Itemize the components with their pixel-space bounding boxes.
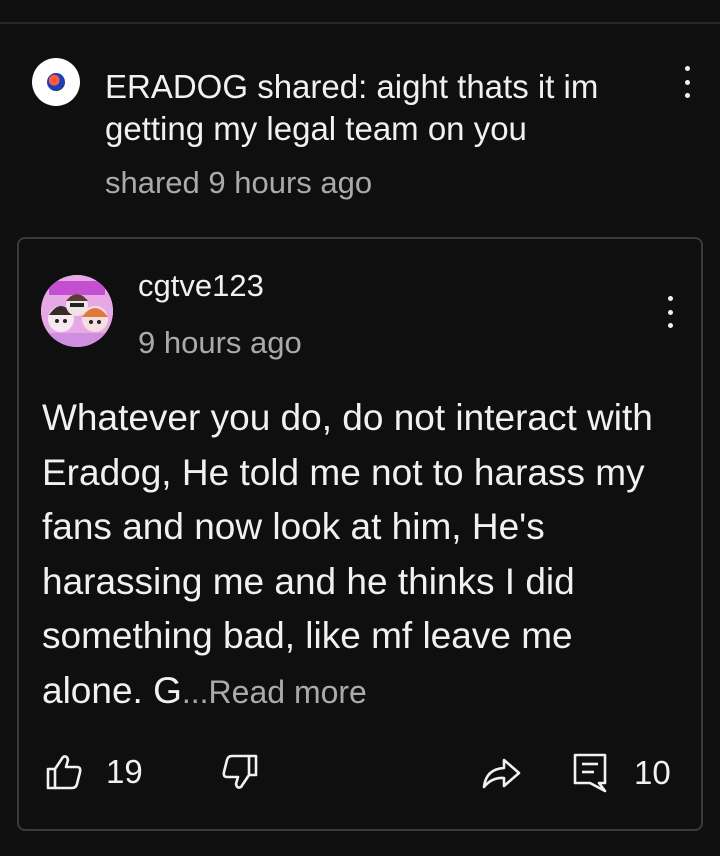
share-text: ERADOG shared: aight thats it im getting… (105, 68, 599, 147)
post-timestamp: 9 hours ago (138, 325, 302, 360)
share-header: ERADOG shared: aight thats it im getting… (0, 52, 720, 212)
poster-avatar[interactable] (41, 275, 113, 347)
read-more-link[interactable]: Read more (209, 674, 367, 710)
share-more-icon[interactable] (677, 62, 697, 102)
post-text: Whatever you do, do not interact with Er… (42, 397, 653, 711)
comment-count: 10 (634, 754, 671, 791)
post-ellipsis: ... (181, 673, 209, 710)
top-divider (0, 22, 720, 24)
share-timestamp: shared 9 hours ago (105, 165, 373, 200)
dislike-button[interactable] (220, 752, 260, 792)
like-count: 19 (106, 753, 143, 790)
like-button[interactable]: 19 (44, 752, 143, 792)
thumb-down-icon (222, 754, 258, 789)
post-body: Whatever you do, do not interact with Er… (42, 391, 682, 719)
poster-name[interactable]: cgtve123 (138, 268, 264, 304)
thumb-up-icon (46, 755, 82, 790)
comment-button[interactable]: 10 (572, 752, 671, 794)
post-more-icon[interactable] (660, 292, 680, 332)
poster-avatar-image (41, 275, 113, 347)
sharer-avatar[interactable] (32, 58, 80, 106)
comment-icon (573, 753, 607, 793)
share-button[interactable] (480, 752, 522, 792)
share-arrow-icon (482, 758, 521, 789)
sharer-avatar-image (47, 73, 65, 91)
